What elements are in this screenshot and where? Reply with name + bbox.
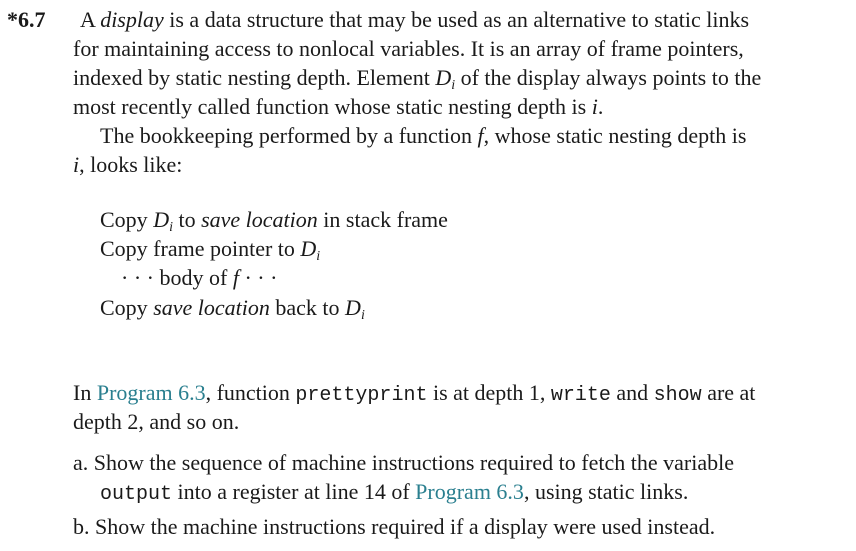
math-symbol: D: [153, 207, 170, 232]
text-line: for maintaining access to nonlocal varia…: [73, 36, 744, 61]
code-identifier: write: [550, 384, 611, 407]
text: A: [80, 7, 101, 32]
code-line: Copy Di to save location in stack frame: [100, 205, 448, 235]
text-line: A display is a data structure that may b…: [80, 5, 749, 34]
math-subscript: i: [360, 308, 365, 323]
text: Copy frame pointer to: [100, 236, 301, 261]
program-6-3-link[interactable]: Program 6.3: [415, 479, 524, 504]
text: are at: [701, 380, 756, 405]
item-a-line-2: output into a register at line 14 of Pro…: [100, 477, 688, 509]
emphasis-text: display: [100, 7, 164, 32]
code-line: · · · body of f · · ·: [121, 263, 277, 292]
text: , looks like:: [79, 152, 183, 177]
program-6-3-link[interactable]: Program 6.3: [97, 380, 206, 405]
emphasis-text: save location: [153, 295, 270, 320]
exercise-number: *6.7: [7, 7, 46, 32]
text-line: most recently called function whose stat…: [73, 92, 603, 121]
code-identifier: prettyprint: [295, 384, 428, 407]
text: to: [172, 207, 202, 232]
text: indexed by static nesting depth. Element: [73, 65, 436, 90]
text: The bookkeeping performed by a function: [100, 123, 478, 148]
code-line: Copy save location back to Di: [100, 293, 365, 323]
text: into a register at line 14 of: [172, 479, 416, 504]
text: Copy: [100, 207, 154, 232]
text: · · ·: [238, 265, 278, 290]
text-line: The bookkeeping performed by a function …: [100, 121, 746, 150]
text: is at depth 1,: [427, 380, 551, 405]
text: , using static links.: [523, 479, 689, 504]
math-symbol: D: [300, 236, 317, 261]
text-line: In Program 6.3, function prettyprint is …: [73, 378, 755, 410]
text-line: i, looks like:: [73, 150, 182, 179]
text: back to: [269, 295, 346, 320]
text: · · · body of: [121, 265, 233, 290]
text: , function: [205, 380, 296, 405]
code-identifier: show: [653, 384, 702, 407]
text: of the display always points to the: [455, 65, 762, 90]
math-symbol: D: [435, 65, 452, 90]
text-line: depth 2, and so on.: [73, 409, 240, 434]
code-line: Copy frame pointer to Di: [100, 234, 321, 264]
text-line: indexed by static nesting depth. Element…: [73, 63, 762, 93]
text: most recently called function whose stat…: [73, 94, 592, 119]
text: In: [73, 380, 97, 405]
text: .: [597, 94, 604, 119]
math-subscript: i: [316, 249, 321, 264]
text: is a data structure that may be used as …: [163, 7, 750, 32]
emphasis-text: save location: [201, 207, 318, 232]
text: in stack frame: [317, 207, 448, 232]
item-a-line-1: a. Show the sequence of machine instruct…: [73, 450, 734, 475]
item-b-line: b. Show the machine instructions require…: [73, 514, 716, 539]
math-symbol: D: [345, 295, 361, 320]
text: Copy: [100, 295, 154, 320]
code-identifier: output: [100, 483, 173, 506]
text: , whose static nesting depth is: [483, 123, 747, 148]
text: and: [610, 380, 654, 405]
